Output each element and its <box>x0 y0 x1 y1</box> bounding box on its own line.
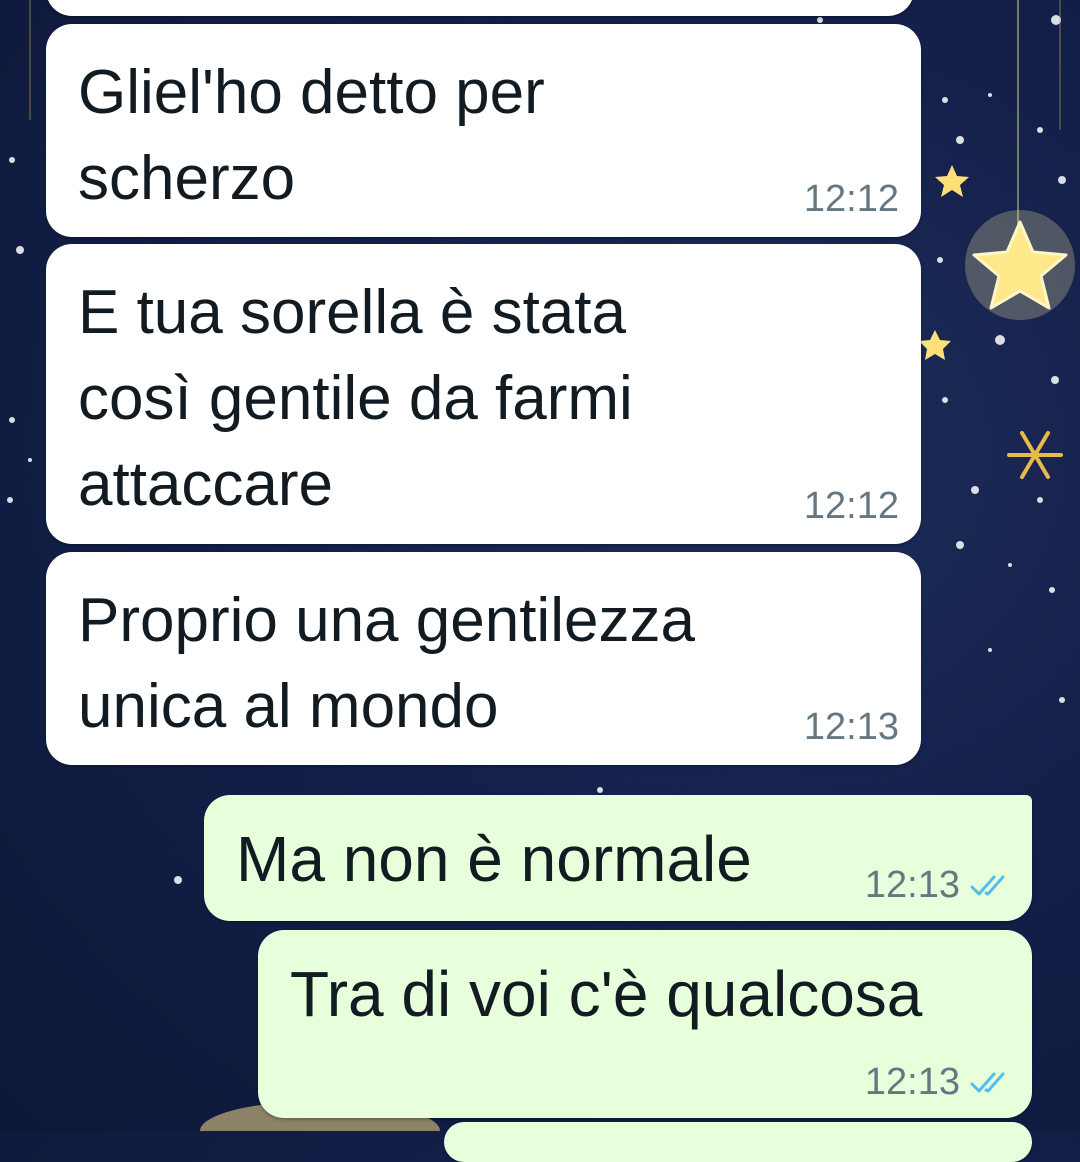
message-bubble-incoming[interactable]: Gliel'ho detto per scherzo 12:12 <box>46 24 921 237</box>
message-text: Tra di voi c'è qualcosa <box>290 958 923 1030</box>
message-text: Proprio una gentilezza unica al mondo <box>78 586 695 741</box>
message-bubble-outgoing[interactable] <box>444 1122 1032 1162</box>
message-meta: 12:13 <box>865 864 1010 907</box>
message-time: 12:12 <box>803 178 899 220</box>
message-time: 12:12 <box>803 485 899 527</box>
message-bubble-outgoing[interactable]: Tra di voi c'è qualcosa 12:13 <box>258 930 1032 1118</box>
message-text: Gliel'ho detto per scherzo <box>78 58 545 213</box>
message-meta: 12:13 <box>865 1061 1010 1104</box>
message-bubble-outgoing[interactable]: Ma non è normale 12:13 <box>204 795 1032 921</box>
message-time: 12:13 <box>803 706 899 748</box>
double-check-icon <box>970 875 1005 895</box>
message-bubble-incoming[interactable]: E tua sorella è stata così gentile da fa… <box>46 244 921 544</box>
message-time: 12:13 <box>864 864 960 906</box>
message-meta: 12:13 <box>804 706 899 749</box>
message-time: 12:13 <box>864 1061 960 1103</box>
message-text: E tua sorella è stata così gentile da fa… <box>78 278 633 519</box>
message-meta: 12:12 <box>804 485 899 528</box>
double-check-icon <box>970 1072 1005 1092</box>
message-bubble-incoming[interactable]: Proprio una gentilezza unica al mondo 12… <box>46 552 921 765</box>
message-meta: 12:12 <box>804 178 899 221</box>
message-bubble-incoming[interactable] <box>46 0 914 16</box>
